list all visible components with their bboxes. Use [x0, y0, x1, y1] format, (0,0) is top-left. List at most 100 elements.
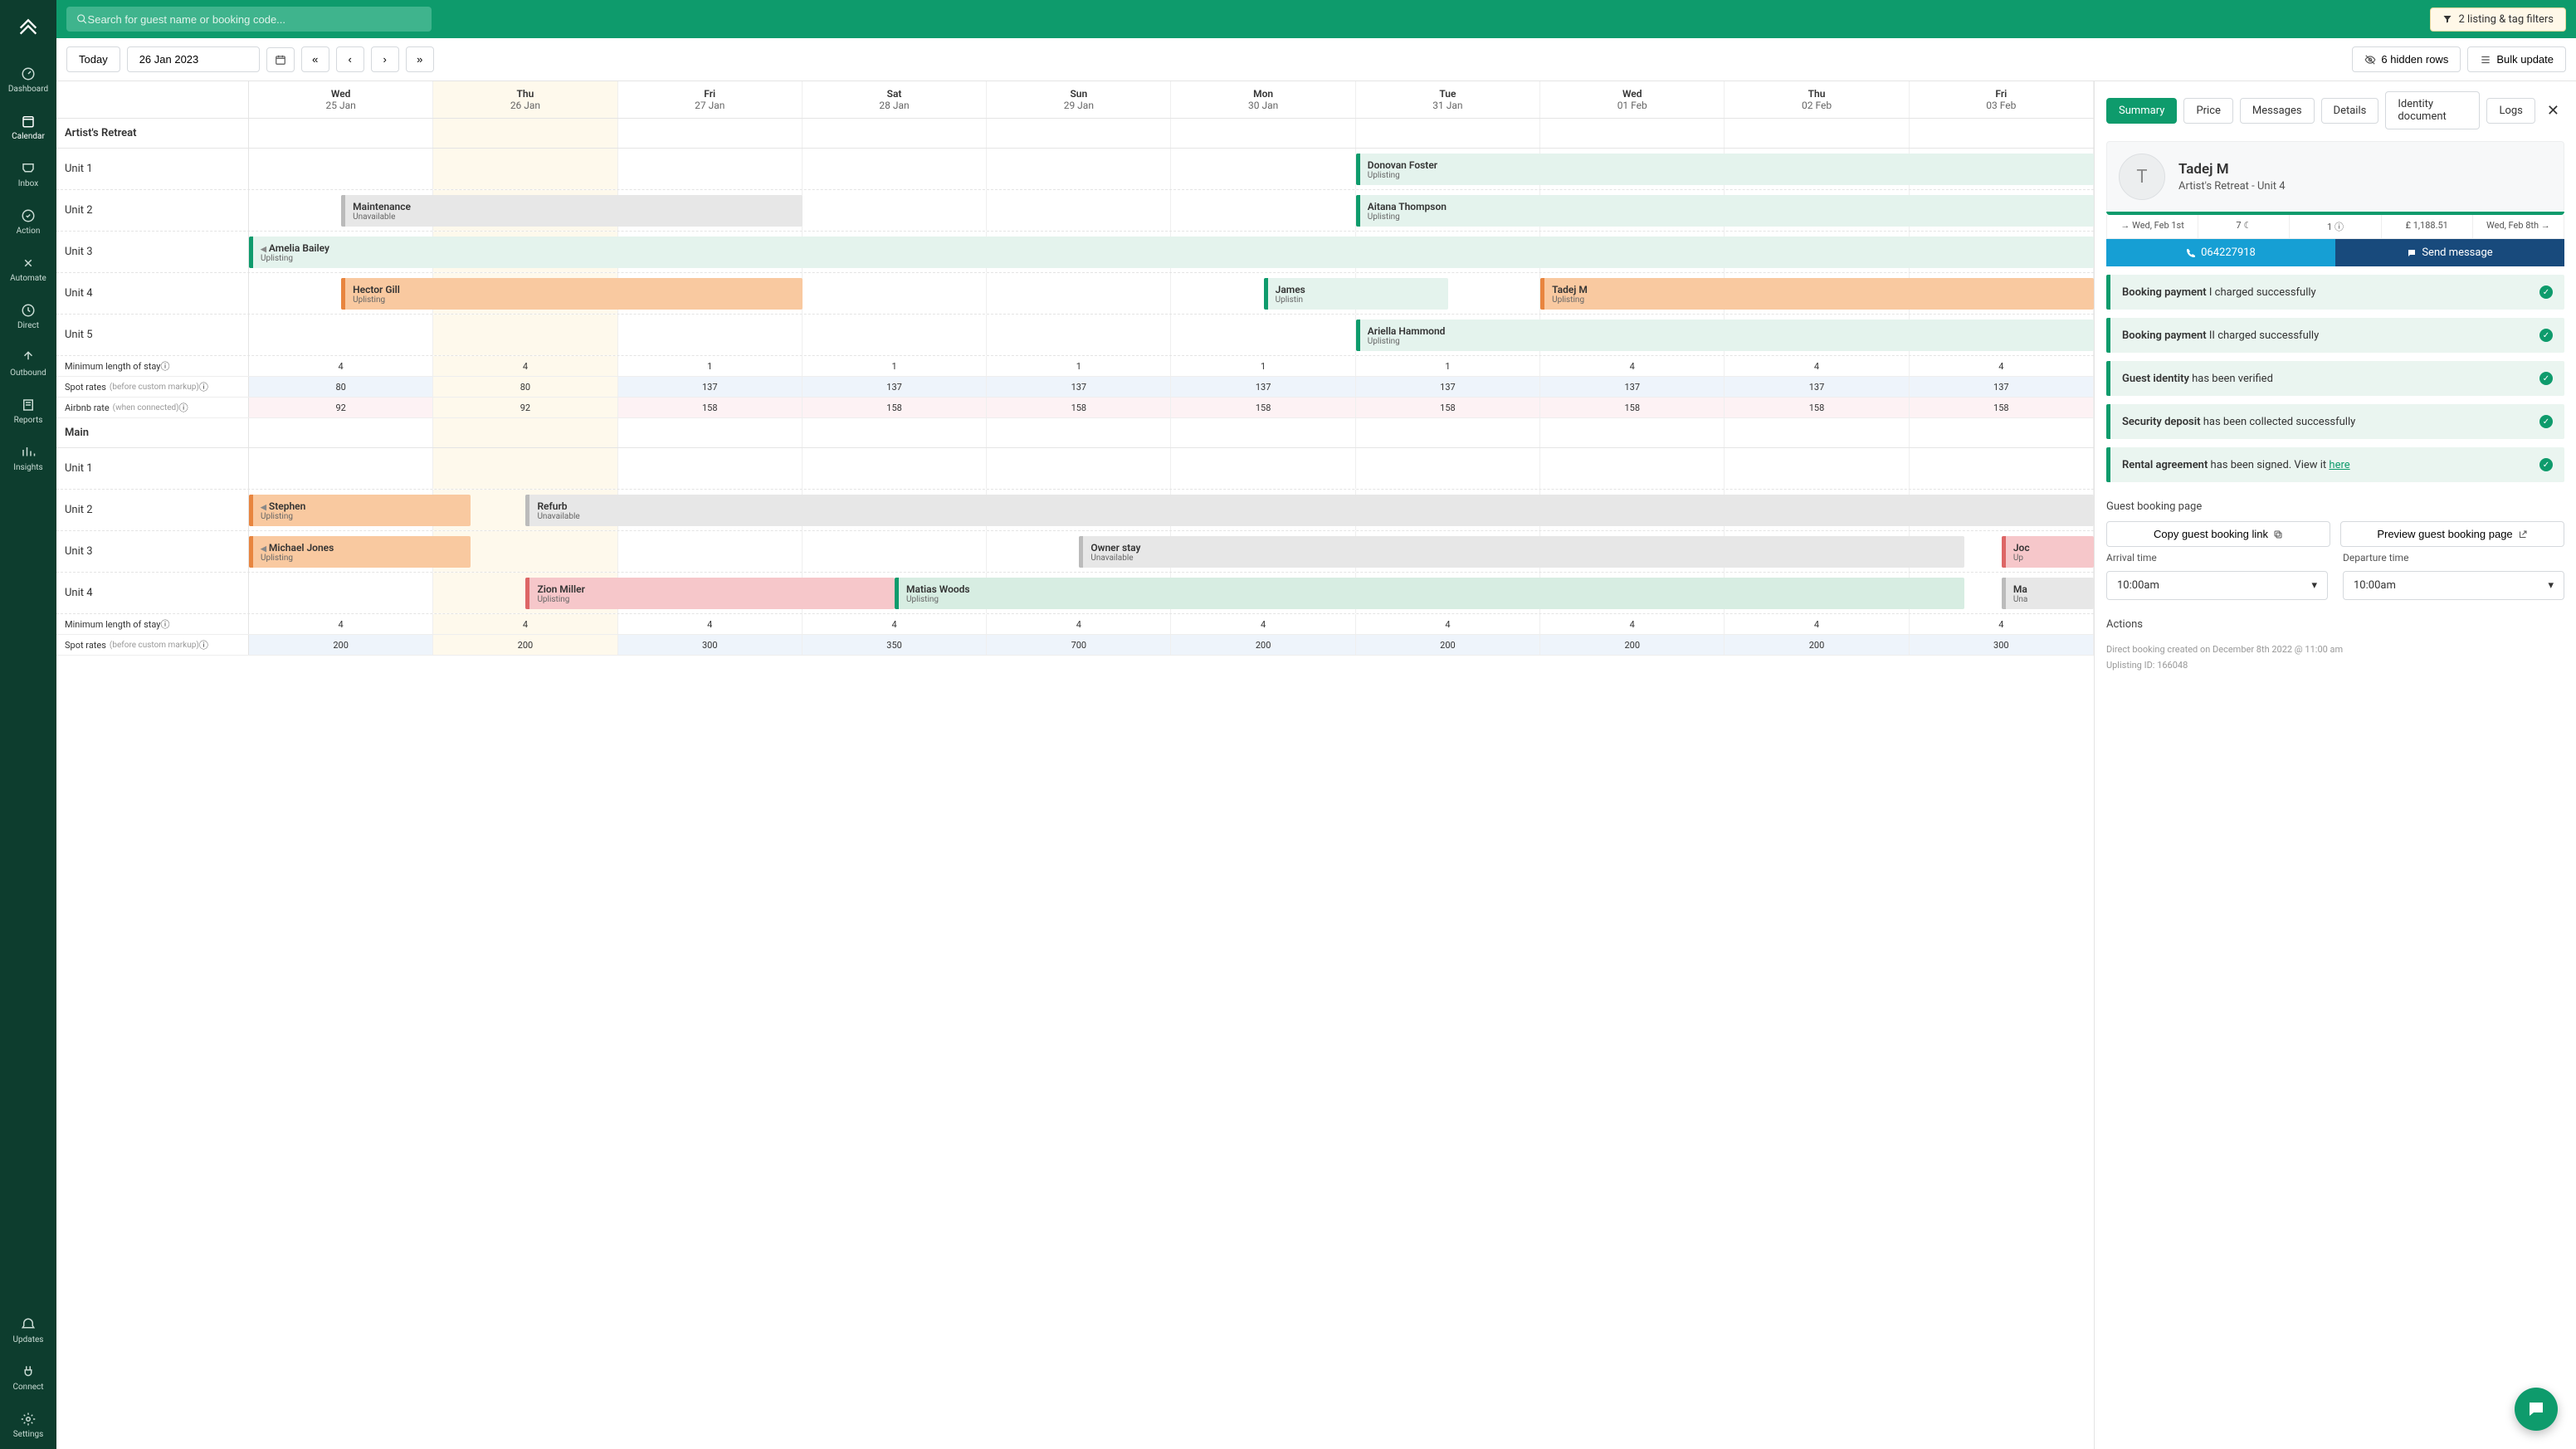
cell[interactable]: 1 — [1171, 356, 1355, 376]
cell[interactable] — [987, 448, 1171, 489]
cell[interactable] — [249, 418, 433, 447]
cell[interactable] — [1171, 448, 1355, 489]
cell[interactable] — [1910, 448, 2094, 489]
cell[interactable] — [618, 531, 803, 572]
booking[interactable]: Ariella Hammond Uplisting — [1356, 320, 2094, 351]
cell[interactable] — [433, 448, 617, 489]
cell[interactable]: 4 — [1910, 614, 2094, 634]
cell[interactable] — [618, 315, 803, 355]
info-icon[interactable]: ⓘ — [160, 617, 169, 631]
cell[interactable]: 80 — [249, 377, 433, 397]
cell[interactable]: 4 — [1171, 614, 1355, 634]
nav-updates[interactable]: Updates — [9, 1307, 46, 1354]
preview-page-button[interactable]: Preview guest booking page — [2340, 521, 2564, 547]
cell[interactable] — [1540, 418, 1725, 447]
cell[interactable] — [803, 149, 987, 189]
cell[interactable] — [1171, 190, 1355, 231]
cell[interactable]: 4 — [618, 614, 803, 634]
cell[interactable]: 300 — [618, 635, 803, 655]
cell[interactable] — [433, 149, 617, 189]
cell[interactable] — [1540, 119, 1725, 148]
today-button[interactable]: Today — [66, 46, 120, 72]
phone-button[interactable]: 064227918 — [2106, 239, 2335, 266]
cell[interactable] — [249, 149, 433, 189]
filters-button[interactable]: 2 listing & tag filters — [2430, 7, 2566, 32]
cell[interactable]: 158 — [1725, 398, 1909, 417]
cell[interactable] — [987, 149, 1171, 189]
cell[interactable] — [1356, 448, 1540, 489]
cell[interactable]: 158 — [803, 398, 987, 417]
cell[interactable]: 200 — [1540, 635, 1725, 655]
cell[interactable] — [803, 273, 987, 314]
booking[interactable]: Aitana Thompson Uplisting — [1356, 195, 2094, 227]
nav-calendar[interactable]: Calendar — [5, 104, 51, 151]
nav-direct[interactable]: Direct — [5, 293, 51, 340]
cell[interactable]: 4 — [249, 614, 433, 634]
cell[interactable]: 4 — [1356, 614, 1540, 634]
cell[interactable] — [987, 119, 1171, 148]
cell[interactable]: 4 — [987, 614, 1171, 634]
nav-dashboard[interactable]: Dashboard — [5, 56, 51, 104]
cell[interactable] — [433, 315, 617, 355]
cell[interactable]: 4 — [1725, 356, 1909, 376]
nav-action[interactable]: Action — [5, 198, 51, 246]
date-display[interactable]: 26 Jan 2023 — [127, 46, 260, 72]
cell[interactable]: 4 — [1910, 356, 2094, 376]
cell[interactable]: 300 — [1910, 635, 2094, 655]
cell[interactable]: 200 — [1725, 635, 1909, 655]
cell[interactable] — [618, 119, 803, 148]
cell[interactable] — [1171, 119, 1355, 148]
cell[interactable] — [803, 531, 987, 572]
cell[interactable] — [1910, 119, 2094, 148]
cell[interactable]: 1 — [803, 356, 987, 376]
cell[interactable] — [803, 315, 987, 355]
booking[interactable]: Amelia Bailey Uplisting — [249, 237, 2094, 268]
calendar[interactable]: Wed25 Jan Thu26 Jan Fri27 Jan Sat28 Jan … — [56, 81, 2095, 1449]
cell[interactable]: 158 — [987, 398, 1171, 417]
cell[interactable] — [987, 190, 1171, 231]
tab-summary[interactable]: Summary — [2106, 98, 2177, 124]
cell[interactable] — [1540, 448, 1725, 489]
cell[interactable]: 158 — [1910, 398, 2094, 417]
cell[interactable] — [249, 119, 433, 148]
booking[interactable]: Stephen Uplisting — [249, 495, 471, 526]
nav-prev-button[interactable]: ‹ — [336, 46, 364, 72]
cell[interactable]: 200 — [249, 635, 433, 655]
cell[interactable] — [618, 149, 803, 189]
cell[interactable] — [1910, 418, 2094, 447]
nav-next-button[interactable]: › — [371, 46, 399, 72]
cell[interactable]: 350 — [803, 635, 987, 655]
cell[interactable]: 200 — [1171, 635, 1355, 655]
cell[interactable] — [803, 119, 987, 148]
cell[interactable] — [1725, 119, 1909, 148]
cell[interactable]: 4 — [433, 614, 617, 634]
cell[interactable]: 4 — [1725, 614, 1909, 634]
cell[interactable] — [1171, 418, 1355, 447]
cell[interactable] — [803, 190, 987, 231]
nav-outbound[interactable]: Outbound — [5, 340, 51, 388]
cell[interactable] — [433, 119, 617, 148]
booking[interactable]: Maintenance Unavailable — [341, 195, 803, 227]
departure-select[interactable]: 10:00am ▾ — [2343, 571, 2564, 600]
cell[interactable]: 1 — [987, 356, 1171, 376]
cell[interactable]: 4 — [433, 356, 617, 376]
info-icon[interactable]: ⓘ — [160, 359, 169, 373]
tab-identity document[interactable]: Identity document — [2385, 91, 2480, 129]
chat-fab[interactable] — [2515, 1388, 2558, 1431]
nav-automate[interactable]: Automate — [5, 246, 51, 293]
arrival-select[interactable]: 10:00am ▾ — [2106, 571, 2328, 600]
cell[interactable]: 4 — [1540, 356, 1725, 376]
cell[interactable] — [433, 418, 617, 447]
nav-inbox[interactable]: Inbox — [5, 151, 51, 198]
cell[interactable]: 137 — [1540, 377, 1725, 397]
nav-first-button[interactable]: « — [301, 46, 329, 72]
info-icon[interactable]: ⓘ — [199, 380, 208, 393]
cell[interactable]: 1 — [1356, 356, 1540, 376]
booking[interactable]: Ma Una — [2002, 578, 2094, 609]
cell[interactable]: 137 — [1910, 377, 2094, 397]
status-link[interactable]: here — [2329, 459, 2349, 471]
cell[interactable]: 80 — [433, 377, 617, 397]
booking[interactable]: Zion Miller Uplisting — [525, 578, 895, 609]
hidden-rows-button[interactable]: 6 hidden rows — [2352, 46, 2461, 72]
cell[interactable]: 137 — [1171, 377, 1355, 397]
